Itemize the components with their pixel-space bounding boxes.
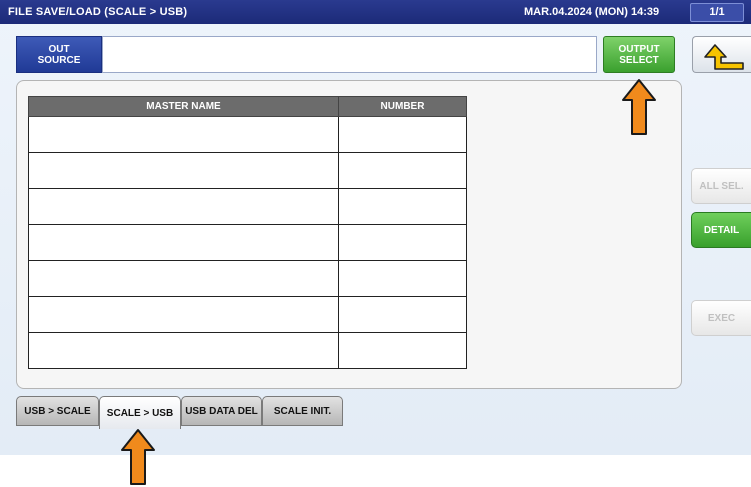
exec-button[interactable]: EXEC bbox=[691, 300, 751, 336]
tab-scale-to-usb[interactable]: SCALE > USB bbox=[99, 396, 181, 429]
header-number: NUMBER bbox=[338, 96, 467, 117]
table-row[interactable] bbox=[28, 188, 467, 225]
master-name-cell[interactable] bbox=[28, 116, 339, 153]
number-cell[interactable] bbox=[338, 224, 467, 261]
table-row[interactable] bbox=[28, 296, 467, 333]
table-row[interactable] bbox=[28, 116, 467, 153]
table-row[interactable] bbox=[28, 224, 467, 261]
table-row[interactable] bbox=[28, 332, 467, 369]
scale-screen: FILE SAVE/LOAD (SCALE > USB) MAR.04.2024… bbox=[0, 0, 751, 455]
datetime-display: MAR.04.2024 (MON) 14:39 bbox=[524, 6, 660, 18]
out-source-label-text: OUT SOURCE bbox=[37, 43, 81, 66]
number-cell[interactable] bbox=[338, 188, 467, 225]
out-source-field[interactable] bbox=[102, 36, 597, 73]
number-cell[interactable] bbox=[338, 332, 467, 369]
table-header-row: MASTER NAME NUMBER bbox=[28, 96, 467, 117]
master-table: MASTER NAME NUMBER bbox=[28, 96, 467, 369]
master-name-cell[interactable] bbox=[28, 296, 339, 333]
table-body bbox=[28, 116, 467, 369]
output-select-button[interactable]: OUTPUT SELECT bbox=[603, 36, 675, 73]
annotation-arrow-output-select bbox=[622, 79, 656, 135]
master-name-cell[interactable] bbox=[28, 260, 339, 297]
master-name-cell[interactable] bbox=[28, 332, 339, 369]
return-arrow-icon bbox=[704, 44, 744, 70]
number-cell[interactable] bbox=[338, 296, 467, 333]
header-master-name: MASTER NAME bbox=[28, 96, 339, 117]
number-cell[interactable] bbox=[338, 152, 467, 189]
all-select-button[interactable]: ALL SEL. bbox=[691, 168, 751, 204]
master-name-cell[interactable] bbox=[28, 188, 339, 225]
tab-scale-init[interactable]: SCALE INIT. bbox=[262, 396, 343, 426]
screen-title: FILE SAVE/LOAD (SCALE > USB) bbox=[8, 6, 188, 18]
out-source-label: OUT SOURCE bbox=[16, 36, 102, 73]
table-row[interactable] bbox=[28, 152, 467, 189]
number-cell[interactable] bbox=[338, 260, 467, 297]
annotation-arrow-scale-usb-tab bbox=[121, 429, 155, 485]
tab-usb-to-scale[interactable]: USB > SCALE bbox=[16, 396, 99, 426]
master-list-panel: MASTER NAME NUMBER bbox=[16, 80, 682, 389]
master-name-cell[interactable] bbox=[28, 152, 339, 189]
page-indicator: 1/1 bbox=[690, 3, 744, 22]
title-bar: FILE SAVE/LOAD (SCALE > USB) MAR.04.2024… bbox=[0, 0, 751, 24]
master-name-cell[interactable] bbox=[28, 224, 339, 261]
output-select-label: OUTPUT SELECT bbox=[618, 43, 660, 66]
detail-button[interactable]: DETAIL bbox=[691, 212, 751, 248]
tab-usb-data-del[interactable]: USB DATA DEL bbox=[181, 396, 262, 426]
table-row[interactable] bbox=[28, 260, 467, 297]
number-cell[interactable] bbox=[338, 116, 467, 153]
back-button[interactable] bbox=[692, 36, 751, 73]
